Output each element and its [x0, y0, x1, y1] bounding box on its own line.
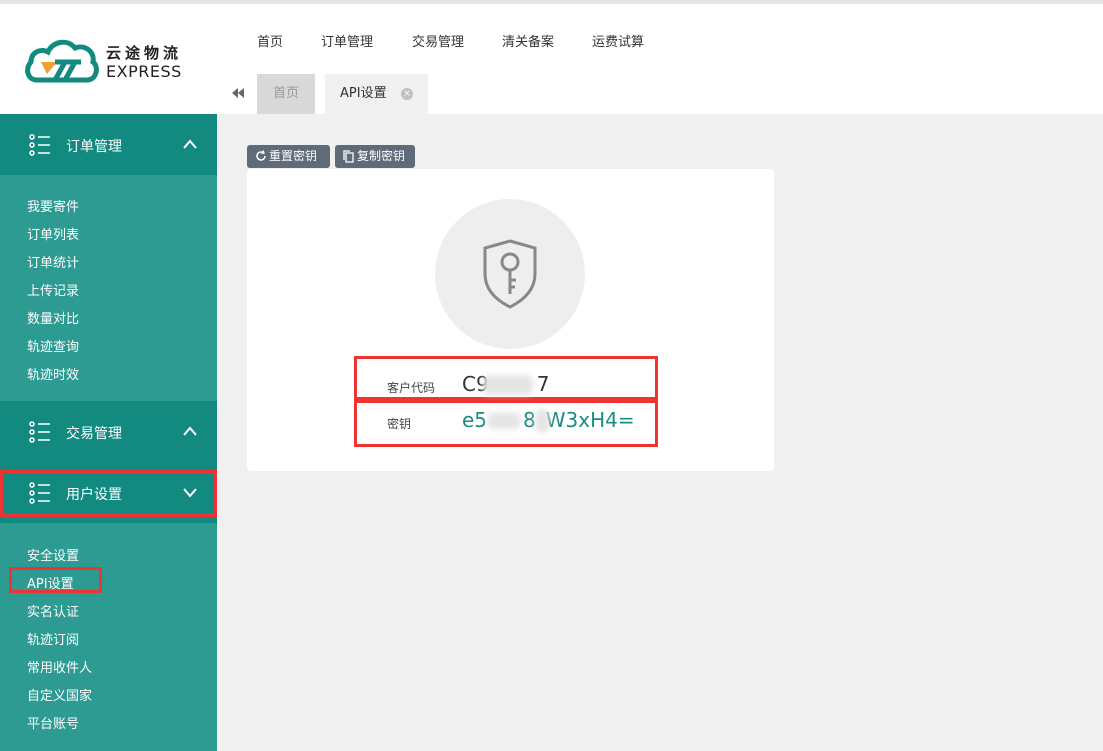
sidebar-item-platform-account[interactable]: 平台账号 — [27, 713, 79, 732]
tab-home[interactable]: 首页 — [257, 74, 315, 114]
list-icon — [29, 421, 50, 443]
sidebar-item-track-subscription[interactable]: 轨迹订阅 — [27, 629, 79, 648]
highlight-box — [0, 470, 217, 517]
chevron-up-icon — [183, 139, 197, 149]
logo: 云途物流 EXPRESS — [0, 4, 217, 114]
tab-api-label: API设置 — [340, 86, 387, 101]
nav-order-management[interactable]: 订单管理 — [321, 31, 373, 50]
nav-trade-management[interactable]: 交易管理 — [412, 31, 464, 50]
nav-home[interactable]: 首页 — [257, 31, 283, 50]
sidebar: 订单管理 我要寄件 订单列表 订单统计 上传记录 数量对比 轨迹查询 轨迹时效 … — [0, 114, 217, 751]
key-avatar — [435, 199, 585, 349]
copy-icon — [343, 150, 354, 163]
double-chevron-left-icon[interactable] — [231, 86, 245, 100]
reset-key-label: 重置密钥 — [269, 149, 318, 163]
sidebar-item-order-list[interactable]: 订单列表 — [27, 224, 79, 243]
sidebar-section-trade[interactable]: 交易管理 — [0, 401, 217, 462]
sidebar-item-order-stats[interactable]: 订单统计 — [27, 252, 79, 271]
cloud-logo-icon — [25, 39, 99, 83]
redaction-blur — [487, 413, 521, 429]
sidebar-item-security[interactable]: 安全设置 — [27, 545, 79, 564]
close-icon[interactable]: × — [401, 88, 413, 100]
sidebar-section-label: 交易管理 — [66, 426, 122, 442]
api-key-card: 客户代码 C9 7 密钥 e5 8 W3xH4= — [247, 169, 774, 471]
nav-customs-filing[interactable]: 清关备案 — [502, 31, 554, 50]
nav-freight-calculator[interactable]: 运费试算 — [592, 31, 644, 50]
copy-key-label: 复制密钥 — [357, 149, 406, 163]
secret-key-label: 密钥 — [387, 417, 412, 431]
logo-text-cn: 云途物流 — [106, 44, 183, 62]
sidebar-section-order[interactable]: 订单管理 — [0, 114, 217, 175]
sidebar-item-real-name[interactable]: 实名认证 — [27, 601, 79, 620]
sidebar-item-custom-country[interactable]: 自定义国家 — [27, 685, 92, 704]
redaction-blur — [483, 375, 533, 395]
reset-key-button[interactable]: 重置密钥 — [247, 145, 330, 168]
shield-key-icon — [483, 239, 537, 309]
sidebar-item-quantity-compare[interactable]: 数量对比 — [27, 308, 79, 327]
sidebar-item-track-query[interactable]: 轨迹查询 — [27, 336, 79, 355]
tab-api-settings[interactable]: API设置 × — [325, 74, 428, 114]
sidebar-item-track-timeliness[interactable]: 轨迹时效 — [27, 364, 79, 383]
chevron-up-icon — [183, 426, 197, 436]
list-icon — [29, 134, 50, 156]
highlight-box — [9, 567, 102, 593]
sidebar-item-send-parcel[interactable]: 我要寄件 — [27, 196, 79, 215]
top-navigation: 首页 订单管理 交易管理 清关备案 运费试算 首页 API设置 × — [217, 4, 1103, 114]
redaction-blur — [535, 409, 549, 433]
sidebar-item-upload-records[interactable]: 上传记录 — [27, 280, 79, 299]
customer-code-label: 客户代码 — [387, 381, 436, 395]
sidebar-item-common-recipients[interactable]: 常用收件人 — [27, 657, 92, 676]
sidebar-section-label: 订单管理 — [66, 139, 122, 155]
logo-text-en: EXPRESS — [106, 62, 182, 81]
copy-key-button[interactable]: 复制密钥 — [335, 145, 415, 168]
refresh-icon — [256, 150, 266, 161]
